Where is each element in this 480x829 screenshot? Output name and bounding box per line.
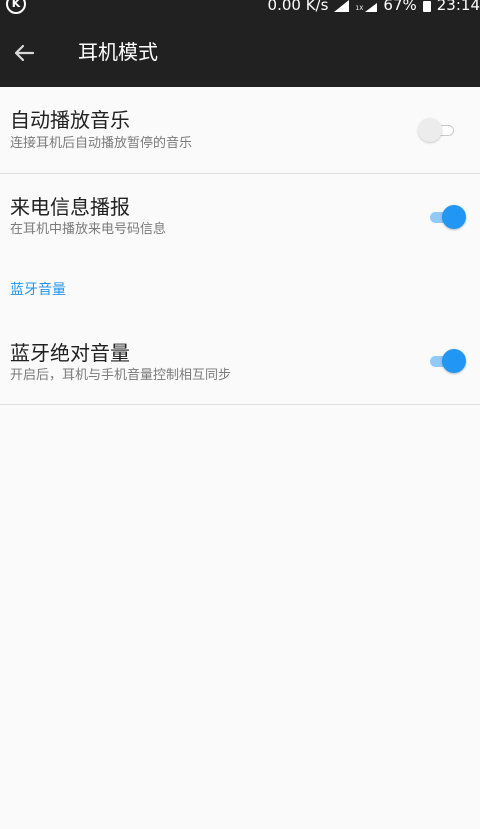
arrow-back-icon [14, 44, 35, 62]
setting-bluetooth-absolute-volume[interactable]: 蓝牙绝对音量 开启后，耳机与手机音量控制相互同步 [0, 320, 480, 404]
signal-icon [334, 0, 350, 12]
network-speed: 0.00 K/s [267, 0, 329, 14]
setting-auto-play-music[interactable]: 自动播放音乐 连接耳机后自动播放暂停的音乐 [0, 87, 480, 173]
battery-icon [422, 0, 431, 12]
setting-caller-announce[interactable]: 来电信息播报 在耳机中播放来电号码信息 [0, 174, 480, 270]
status-icons: 0.00 K/s 1X 67% 23:14 [268, 0, 480, 15]
bluetooth-absolute-volume-toggle[interactable] [426, 348, 466, 374]
page-title: 耳机模式 [78, 40, 158, 64]
status-bar: K 0.00 K/s 1X 67% 23:14 [0, 0, 480, 15]
k-circle-icon: K [6, 0, 26, 14]
battery-percent: 67% [383, 0, 417, 14]
clock: 23:14 [436, 0, 480, 14]
caller-announce-toggle[interactable] [426, 204, 466, 230]
sim2-label: 1X [355, 5, 364, 12]
setting-title: 自动播放音乐 [10, 108, 130, 132]
back-button[interactable] [10, 39, 38, 67]
setting-subtitle: 连接耳机后自动播放暂停的音乐 [10, 136, 193, 151]
auto-play-toggle[interactable] [418, 117, 458, 143]
setting-title: 蓝牙绝对音量 [10, 341, 130, 365]
signal-sim2-icon: 1X [355, 0, 378, 12]
setting-subtitle: 在耳机中播放来电号码信息 [10, 222, 167, 237]
setting-title: 来电信息播报 [10, 195, 130, 219]
setting-subtitle: 开启后，耳机与手机音量控制相互同步 [10, 368, 232, 383]
section-header-bluetooth-volume: 蓝牙音量 [10, 282, 66, 298]
toolbar: 耳机模式 [0, 15, 480, 87]
divider [0, 404, 480, 405]
